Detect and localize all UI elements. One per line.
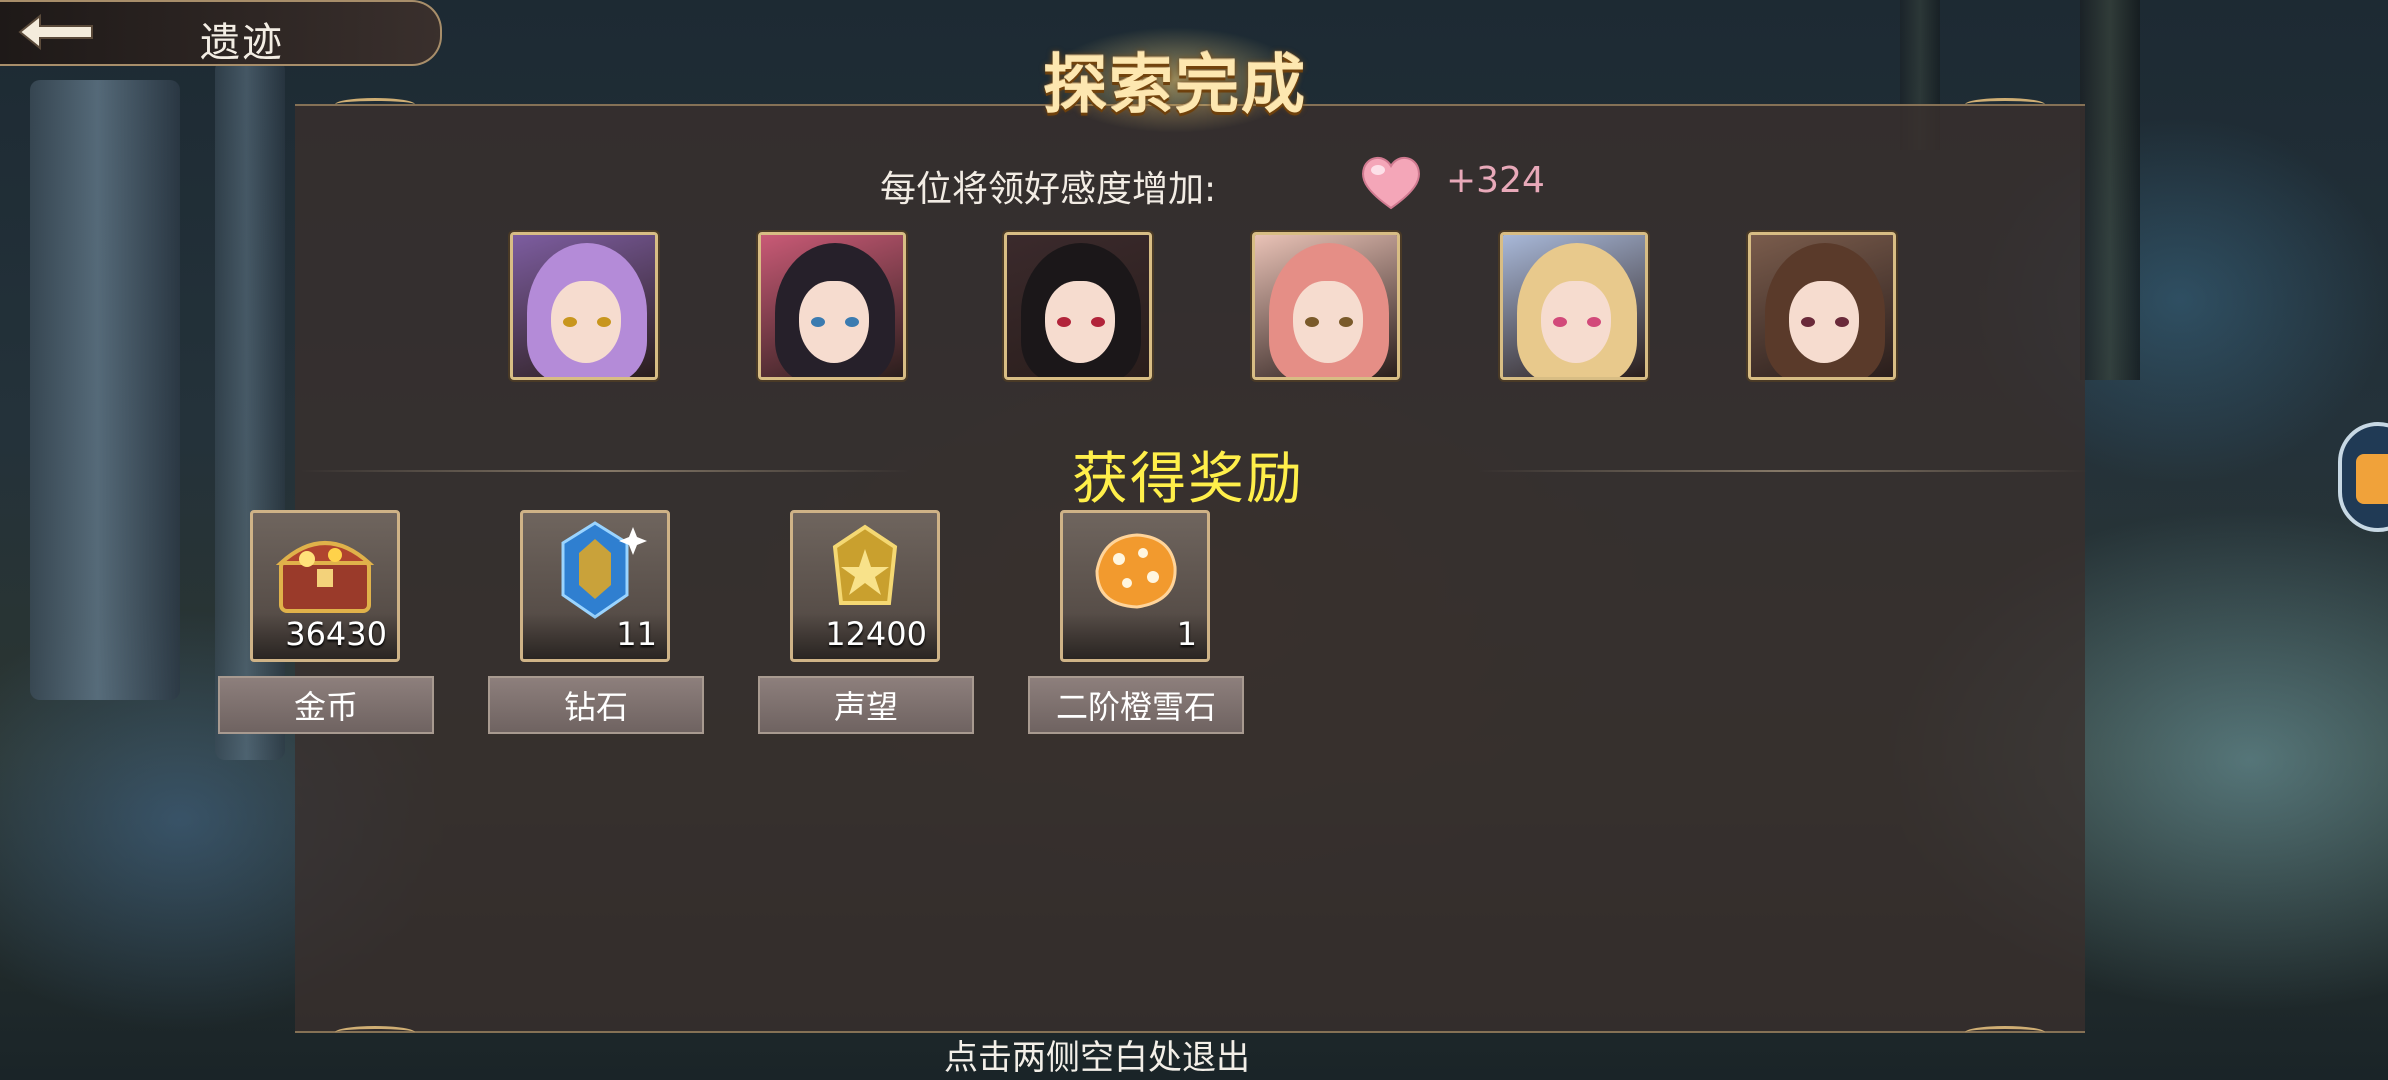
- ruin-pillar-left: [30, 80, 180, 700]
- reward-name-label: 声望: [758, 676, 974, 734]
- character-portrait[interactable]: [1500, 232, 1648, 380]
- page-title: 探索完成: [1043, 49, 1307, 123]
- portrait-eye-right: [1091, 317, 1105, 327]
- panel-ornament-bl: [335, 1026, 415, 1039]
- reward-tile[interactable]: 12400: [790, 510, 940, 662]
- portrait-eye-left: [1057, 317, 1071, 327]
- portrait-eye-right: [597, 317, 611, 327]
- reward-name-label: 二阶橙雪石: [1028, 676, 1244, 734]
- reward-quantity: 1: [1176, 615, 1197, 653]
- reward-name-label: 金币: [218, 676, 434, 734]
- title-banner: 探索完成: [1010, 20, 1340, 140]
- character-portrait[interactable]: [510, 232, 658, 380]
- panel-ornament-tr: [1965, 98, 2045, 111]
- affection-label: 每位将领好感度增加:: [880, 169, 1217, 210]
- reward-tile[interactable]: 1: [1060, 510, 1210, 662]
- reward-name-label: 钻石: [488, 676, 704, 734]
- portrait-eye-left: [563, 317, 577, 327]
- character-portrait[interactable]: [1748, 232, 1896, 380]
- portrait-eye-left: [1801, 317, 1815, 327]
- side-menu-icon: [2356, 454, 2388, 504]
- nav-title: 遗迹: [200, 20, 284, 66]
- back-button[interactable]: [0, 2, 110, 64]
- portrait-eye-right: [1835, 317, 1849, 327]
- back-arrow-icon: [18, 13, 93, 51]
- exit-hint: 点击两侧空白处退出: [944, 1038, 1250, 1078]
- prestige-badge-icon: [832, 524, 898, 605]
- portrait-eye-left: [811, 317, 825, 327]
- portrait-eye-left: [1305, 317, 1319, 327]
- reward-quantity: 12400: [825, 615, 927, 653]
- portrait-eye-right: [845, 317, 859, 327]
- reward-quantity: 11: [616, 615, 657, 653]
- reward-quantity: 36430: [285, 615, 387, 653]
- portrait-eye-left: [1553, 317, 1567, 327]
- top-nav-bar: 遗迹: [0, 0, 442, 66]
- reward-tile[interactable]: 11: [520, 510, 670, 662]
- heart-icon: [1362, 157, 1420, 210]
- panel-ornament-tl: [335, 98, 415, 111]
- character-portrait[interactable]: [758, 232, 906, 380]
- portrait-eye-right: [1587, 317, 1601, 327]
- affection-value: +324: [1446, 160, 1545, 201]
- game-screen[interactable]: 遗迹 探索完成 每位将领好感度增加: +324 获得奖励 36430 金币 11 钻石…: [0, 0, 2388, 1080]
- reward-tile[interactable]: 36430: [250, 510, 400, 662]
- rewards-heading: 获得奖励: [1072, 447, 1304, 512]
- orange-snowstone-icon: [1095, 533, 1177, 609]
- character-portrait[interactable]: [1004, 232, 1152, 380]
- panel-ornament-br: [1965, 1026, 2045, 1039]
- character-portrait[interactable]: [1252, 232, 1400, 380]
- diamond-crystal-icon: [561, 521, 647, 619]
- divider-right: [1478, 470, 2088, 472]
- treasure-chest-icon: [275, 541, 375, 613]
- tree-trunk-right: [2080, 0, 2140, 380]
- divider-left: [300, 470, 910, 472]
- portrait-eye-right: [1339, 317, 1353, 327]
- side-menu-button[interactable]: [2338, 422, 2388, 532]
